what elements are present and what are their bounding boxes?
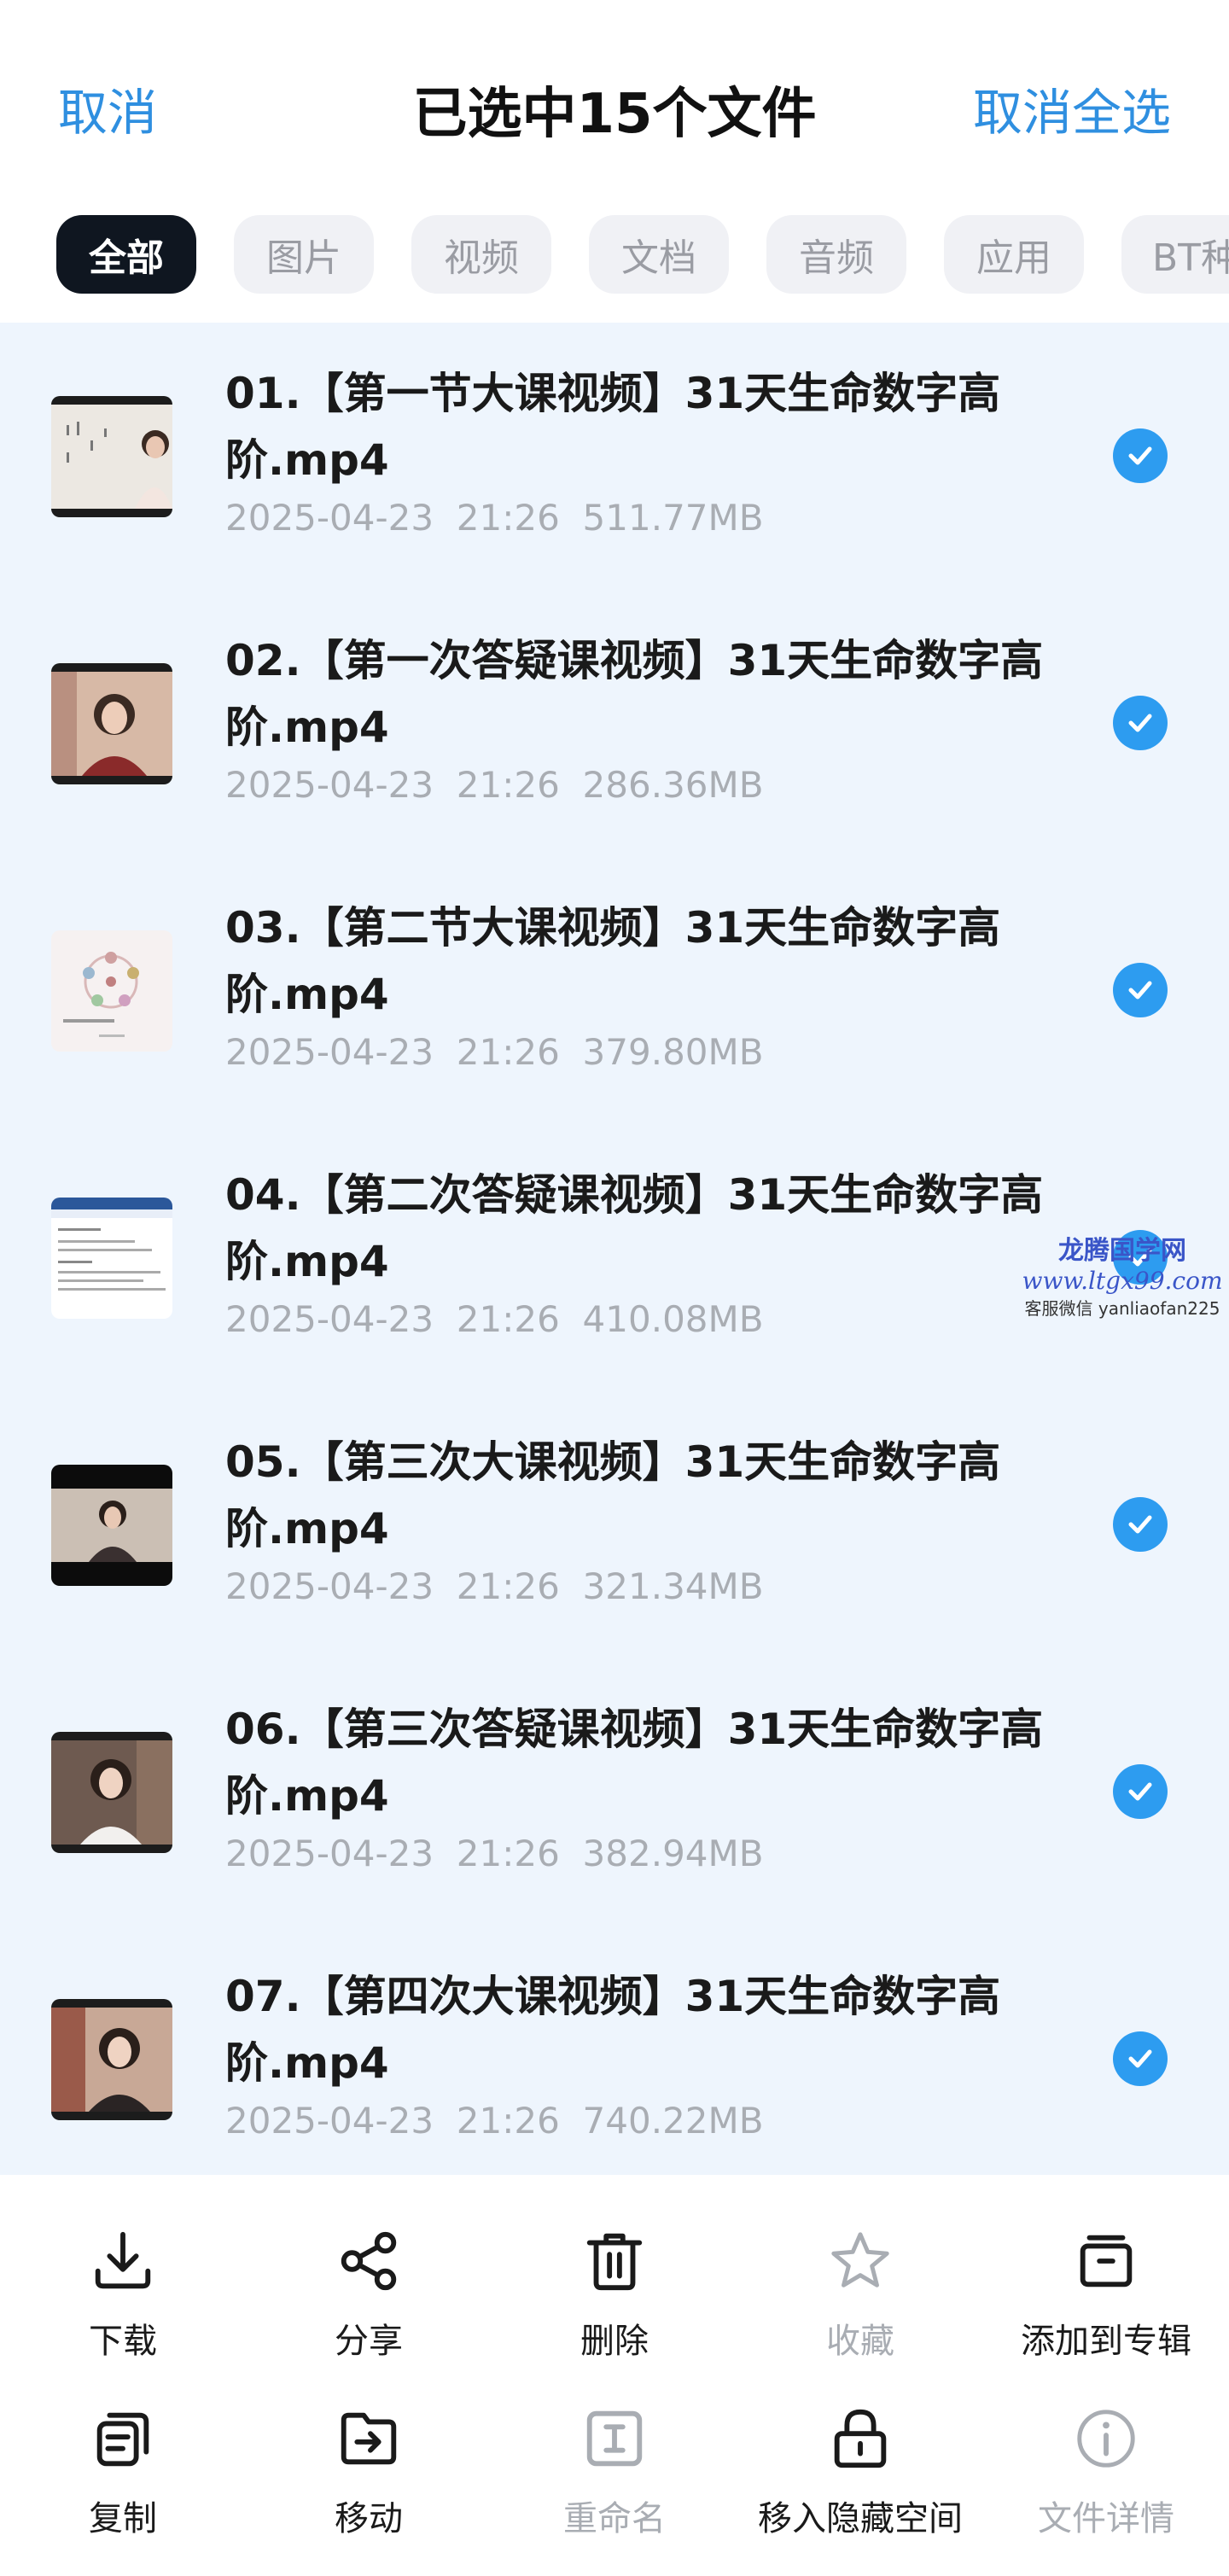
- move-label: 移动: [335, 2499, 403, 2538]
- chip-videos[interactable]: 视频: [411, 215, 551, 294]
- chip-apps[interactable]: 应用: [944, 215, 1084, 294]
- file-row[interactable]: 07.【第四次大课视频】31天生命数字高阶.mp4 2025-04-23 21:…: [0, 1926, 1229, 2175]
- rename-icon: [586, 2410, 643, 2467]
- chip-bt[interactable]: BT种: [1121, 215, 1229, 294]
- add-to-album-label: 添加到专辑: [1021, 2322, 1191, 2361]
- selection-header: 取消 已选中15个文件 取消全选: [0, 0, 1229, 213]
- share-icon: [341, 2231, 397, 2291]
- share-label: 分享: [335, 2322, 403, 2361]
- file-row[interactable]: 02.【第一次答疑课视频】31天生命数字高阶.mp4 2025-04-23 21…: [0, 590, 1229, 857]
- file-meta: 2025-04-23 21:26 410.08MB: [225, 1298, 764, 1340]
- file-name: 02.【第一次答疑课视频】31天生命数字高阶.mp4: [225, 636, 1044, 752]
- rename-label: 重命名: [563, 2499, 666, 2538]
- selected-checkbox[interactable]: [1113, 1764, 1168, 1819]
- file-name: 03.【第二节大课视频】31天生命数字高阶.mp4: [225, 903, 1001, 1019]
- chip-all[interactable]: 全部: [56, 215, 196, 294]
- file-row[interactable]: 01.【第一节大课视频】31天生命数字高阶.mp4 2025-04-23 21:…: [0, 323, 1229, 590]
- action-toolbar: 下载 分享 删除 收藏 添加到专辑 复制 移动 重命名 移入隐藏空间 文件详情: [0, 2175, 1229, 2576]
- copy-icon: [96, 2412, 149, 2467]
- file-meta: 2025-04-23 21:26 321.34MB: [225, 1565, 764, 1607]
- video-thumbnail: [51, 1198, 172, 1319]
- checkmark-icon: [1128, 981, 1152, 1000]
- chip-images[interactable]: 图片: [234, 215, 374, 294]
- album-icon: [1080, 2235, 1133, 2288]
- file-details-label: 文件详情: [1038, 2499, 1174, 2538]
- download-label: 下载: [89, 2322, 157, 2361]
- selected-checkbox[interactable]: [1113, 2031, 1168, 2086]
- chip-documents[interactable]: 文档: [589, 215, 729, 294]
- file-row[interactable]: 05.【第三次大课视频】31天生命数字高阶.mp4 2025-04-23 21:…: [0, 1391, 1229, 1658]
- selected-checkbox[interactable]: [1113, 696, 1168, 750]
- file-meta: 2025-04-23 21:26 740.22MB: [225, 2100, 764, 2142]
- file-name: 04.【第二次答疑课视频】31天生命数字高阶.mp4: [225, 1170, 1044, 1286]
- selected-checkbox[interactable]: [1113, 963, 1168, 1017]
- video-thumbnail: [51, 930, 172, 1052]
- watermark: 龙腾国学网 www.ltgx99.com 客服微信 yanliaofan225: [1016, 1229, 1229, 1320]
- file-name: 07.【第四次大课视频】31天生命数字高阶.mp4: [225, 1972, 1001, 2088]
- video-thumbnail: [51, 1465, 172, 1586]
- delete-button[interactable]: 删除: [492, 2192, 737, 2363]
- file-details-button[interactable]: 文件详情: [983, 2369, 1229, 2540]
- file-name: 06.【第三次答疑课视频】31天生命数字高阶.mp4: [225, 1705, 1044, 1821]
- checkmark-icon: [1128, 1515, 1152, 1534]
- deselect-all-button[interactable]: 取消全选: [973, 73, 1171, 144]
- favorite-button[interactable]: 收藏: [737, 2192, 983, 2363]
- checkmark-icon: [1128, 446, 1152, 465]
- move-to-hidden-space-button[interactable]: 移入隐藏空间: [737, 2369, 983, 2540]
- category-filter-bar: 全部 图片 视频 文档 音频 应用 BT种: [0, 215, 1229, 297]
- download-icon: [95, 2231, 151, 2289]
- chip-audio[interactable]: 音频: [766, 215, 906, 294]
- file-meta: 2025-04-23 21:26 286.36MB: [225, 764, 764, 806]
- file-row[interactable]: 03.【第二节大课视频】31天生命数字高阶.mp4 2025-04-23 21:…: [0, 857, 1229, 1124]
- share-button[interactable]: 分享: [246, 2192, 492, 2363]
- selected-checkbox[interactable]: [1113, 428, 1168, 483]
- move-to-hidden-space-label: 移入隐藏空间: [758, 2499, 963, 2538]
- delete-label: 删除: [580, 2322, 649, 2361]
- lock-icon: [834, 2409, 887, 2468]
- file-meta: 2025-04-23 21:26 382.94MB: [225, 1833, 764, 1874]
- rename-button[interactable]: 重命名: [492, 2369, 737, 2540]
- download-button[interactable]: 下载: [0, 2192, 246, 2363]
- file-name: 01.【第一节大课视频】31天生命数字高阶.mp4: [225, 369, 1001, 485]
- file-selection-screen: 取消 已选中15个文件 取消全选 全部 图片 视频 文档 音频 应用 BT种 0…: [0, 0, 1229, 2576]
- video-thumbnail: [51, 1999, 172, 2120]
- file-meta: 2025-04-23 21:26 379.80MB: [225, 1031, 764, 1073]
- add-to-album-button[interactable]: 添加到专辑: [983, 2192, 1229, 2363]
- video-thumbnail: [51, 1732, 172, 1853]
- video-thumbnail: [51, 663, 172, 784]
- move-button[interactable]: 移动: [246, 2369, 492, 2540]
- checkmark-icon: [1128, 714, 1152, 732]
- video-thumbnail: [51, 396, 172, 517]
- checkmark-icon: [1128, 1782, 1152, 1801]
- checkmark-icon: [1128, 2049, 1152, 2068]
- favorite-label: 收藏: [826, 2322, 894, 2361]
- star-icon: [831, 2232, 889, 2288]
- watermark-contact: 客服微信 yanliaofan225: [1024, 1298, 1220, 1319]
- copy-button[interactable]: 复制: [0, 2369, 246, 2540]
- trash-icon: [586, 2233, 643, 2291]
- file-meta: 2025-04-23 21:26 511.77MB: [225, 497, 764, 539]
- file-name: 05.【第三次大课视频】31天生命数字高阶.mp4: [225, 1437, 1001, 1553]
- watermark-url: www.ltgx99.com: [1022, 1267, 1223, 1295]
- info-icon: [1077, 2410, 1135, 2468]
- selected-checkbox[interactable]: [1113, 1497, 1168, 1552]
- move-folder-icon: [341, 2412, 397, 2465]
- watermark-site-name: 龙腾国学网: [1058, 1236, 1186, 1266]
- file-row[interactable]: 06.【第三次答疑课视频】31天生命数字高阶.mp4 2025-04-23 21…: [0, 1658, 1229, 1926]
- copy-label: 复制: [89, 2499, 157, 2538]
